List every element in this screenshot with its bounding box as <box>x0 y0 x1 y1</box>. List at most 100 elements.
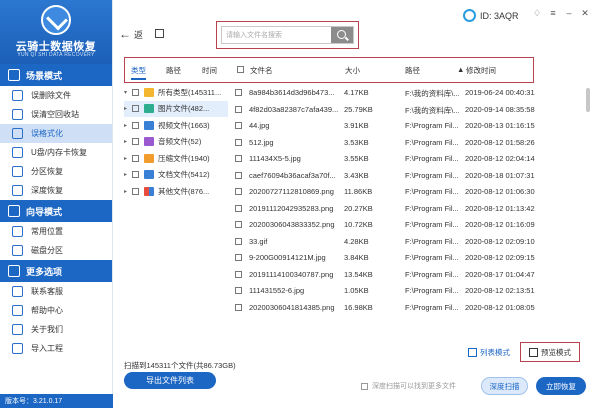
row-checkbox[interactable] <box>235 188 242 195</box>
scrollbar-thumb[interactable] <box>586 88 590 112</box>
menu-icon[interactable]: ≡ <box>548 8 558 18</box>
column-path[interactable]: 路径 <box>405 65 420 76</box>
sidebar-item-format[interactable]: 误格式化 <box>0 124 112 143</box>
sidebar-item-contact[interactable]: 联系客服 <box>0 282 112 301</box>
table-row[interactable]: 20191112042935283.png 20.27KB F:\Program F… <box>232 200 542 217</box>
tree-item-other[interactable]: ▸ 其他文件(876... <box>124 183 228 200</box>
expand-caret-icon[interactable]: ▾ <box>124 89 132 96</box>
tree-checkbox[interactable] <box>132 138 139 146</box>
sidebar-item-deep-recovery[interactable]: 深度恢复 <box>0 181 112 200</box>
section-header-more[interactable]: 更多选项 <box>0 260 112 282</box>
table-row[interactable]: 20200306043833352.png 10.72KB F:\Program F… <box>232 216 542 233</box>
close-icon[interactable]: ✕ <box>580 8 590 18</box>
column-size[interactable]: 大小 <box>345 65 360 76</box>
deep-scan-button[interactable]: 深度扫描 <box>481 377 528 395</box>
logo-area: 云骑士数据恢复 YUN QI SHI DATA RECOVERY <box>0 0 112 64</box>
sidebar-item-common-location[interactable]: 常用位置 <box>0 222 112 241</box>
home-icon[interactable] <box>155 29 164 38</box>
tab-path[interactable]: 路径 <box>166 65 181 76</box>
expand-caret-icon[interactable]: ▸ <box>124 188 132 195</box>
table-row[interactable]: 20191114100340787.png 13.54KB F:\Program F… <box>232 266 542 283</box>
export-list-button[interactable]: 导出文件列表 <box>124 372 216 389</box>
list-view-button[interactable]: 列表模式 <box>464 343 514 361</box>
row-checkbox[interactable] <box>235 171 242 179</box>
tree-checkbox[interactable] <box>132 171 139 179</box>
minimize-icon[interactable]: – <box>564 8 574 18</box>
file-date: 2020-08-12 02:09:10 <box>465 236 535 246</box>
skin-icon[interactable]: ♢ <box>532 8 542 18</box>
tree-checkbox[interactable] <box>132 105 139 113</box>
row-checkbox[interactable] <box>235 204 242 212</box>
tree-item-all[interactable]: ▾ 所有类型(145311... <box>124 84 228 101</box>
row-checkbox[interactable] <box>235 138 242 146</box>
tab-type[interactable]: 类型 <box>131 65 146 80</box>
tree-item-videos[interactable]: ▸ 视频文件(1663) <box>124 117 228 134</box>
table-row[interactable]: 8a984b3614d3d96b473... 4.17KB F:\我的资料库\...… <box>232 84 542 101</box>
tree-item-audio[interactable]: ▸ 音频文件(52) <box>124 134 228 151</box>
tree-item-documents[interactable]: ▸ 文档文件(5412) <box>124 167 228 184</box>
table-row[interactable]: 9-200G00914121M.jpg 3.84KB F:\Program Fil.… <box>232 249 542 266</box>
file-name: caef76094b36acaf3a70f... <box>249 170 336 180</box>
row-checkbox[interactable] <box>235 237 242 245</box>
row-checkbox[interactable] <box>235 122 242 129</box>
table-row[interactable]: 20200306041814385.png 16.98KB F:\Program F… <box>232 299 542 316</box>
expand-caret-icon[interactable]: ▸ <box>124 155 132 162</box>
sidebar-item-help[interactable]: 帮助中心 <box>0 301 112 320</box>
table-row[interactable]: 111434X5-5.jpg 3.55KB F:\Program Fil... 202… <box>232 150 542 167</box>
sidebar-item-about[interactable]: 关于我们 <box>0 320 112 339</box>
sidebar-item-recycle-bin[interactable]: 误清空回收站 <box>0 105 112 124</box>
row-checkbox[interactable] <box>235 221 242 228</box>
image-file-icon <box>144 104 154 114</box>
tree-item-archives[interactable]: ▸ 压缩文件(1940) <box>124 150 228 167</box>
sidebar-item-deleted-files[interactable]: 误删除文件 <box>0 86 112 105</box>
row-checkbox[interactable] <box>235 254 242 261</box>
select-all-checkbox[interactable] <box>237 66 244 73</box>
tab-time[interactable]: 时间 <box>202 65 217 76</box>
file-size: 3.55KB <box>344 154 369 163</box>
expand-caret-icon[interactable]: ▸ <box>124 171 132 178</box>
deep-scan-option[interactable]: 深度扫描可以找到更多文件 <box>361 381 456 391</box>
column-name[interactable]: 文件名 <box>250 65 273 76</box>
expand-caret-icon[interactable]: ▸ <box>124 138 132 145</box>
partition-icon <box>12 166 23 177</box>
row-checkbox[interactable] <box>235 287 242 294</box>
section-header-scene[interactable]: 场景模式 <box>0 64 112 86</box>
scrollbar[interactable] <box>584 84 592 344</box>
sidebar-item-usb[interactable]: U盘/内存卡恢复 <box>0 143 112 162</box>
sidebar-item-disk-partition[interactable]: 磁盘分区 <box>0 241 112 260</box>
file-name: 20200306043833352.png <box>249 220 335 229</box>
table-row[interactable]: 20200727112810869.png 11.86KB F:\Program F… <box>232 183 542 200</box>
sidebar-item-label: 误清空回收站 <box>31 110 79 119</box>
preview-view-button[interactable]: 预览模式 <box>525 343 575 361</box>
table-row[interactable]: 512.jpg 3.53KB F:\Program Fil... 2020-08-12… <box>232 134 542 151</box>
expand-caret-icon[interactable]: ▸ <box>124 105 132 112</box>
row-checkbox[interactable] <box>235 89 242 96</box>
row-checkbox[interactable] <box>235 155 242 162</box>
table-row[interactable]: caef76094b36acaf3a70f... 3.43KB F:\Program… <box>232 167 542 184</box>
sidebar-item-partition[interactable]: 分区恢复 <box>0 162 112 181</box>
back-button[interactable]: ← 返 <box>119 27 143 41</box>
tree-checkbox[interactable] <box>132 154 139 162</box>
tree-checkbox[interactable] <box>132 121 139 129</box>
row-checkbox[interactable] <box>235 303 242 311</box>
column-date[interactable]: 修改时间 <box>466 65 496 76</box>
table-row[interactable]: 4f82d03a82387c7afa439... 25.79KB F:\我的资料库\… <box>232 101 542 118</box>
row-checkbox[interactable] <box>235 270 242 278</box>
sidebar-item-import[interactable]: 导入工程 <box>0 339 112 358</box>
table-row[interactable]: 44.jpg 3.91KB F:\Program Fil... 2020-08-13 … <box>232 117 542 134</box>
deep-scan-checkbox[interactable] <box>361 382 368 390</box>
column-header: 类型 路径 时间 文件名 大小 路径 ▲ 修改时间 <box>124 57 534 83</box>
table-row[interactable]: 33.gif 4.28KB F:\Program Fil... 2020-08-12 … <box>232 233 542 250</box>
file-date: 2020-08-12 01:13:42 <box>465 203 535 213</box>
table-row[interactable]: 111431552-6.jpg 1.05KB F:\Program Fil... 20… <box>232 282 542 299</box>
section-header-wizard[interactable]: 向导模式 <box>0 200 112 222</box>
row-checkbox[interactable] <box>235 105 242 113</box>
tree-item-images[interactable]: ▸ 图片文件(482... <box>124 100 228 117</box>
recover-now-button[interactable]: 立即恢复 <box>536 377 586 395</box>
search-icon[interactable] <box>331 27 353 43</box>
expand-caret-icon[interactable]: ▸ <box>124 122 132 129</box>
search-input[interactable] <box>222 27 331 43</box>
sidebar-item-label: 关于我们 <box>31 325 63 334</box>
tree-checkbox[interactable] <box>132 88 139 96</box>
tree-checkbox[interactable] <box>132 187 139 195</box>
